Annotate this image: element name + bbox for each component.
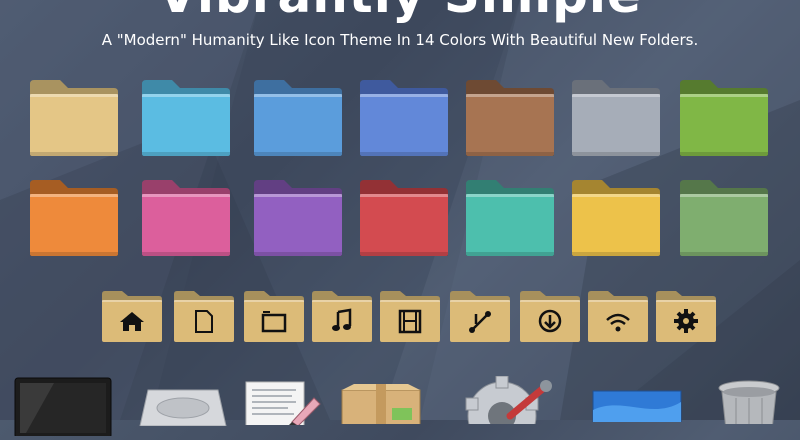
banner-title: Vibrantly Simple <box>0 0 800 24</box>
network-folder[interactable] <box>588 290 648 342</box>
public-share-folder[interactable] <box>450 290 510 342</box>
folder-orange[interactable] <box>30 178 118 258</box>
folder-sage[interactable] <box>680 178 768 258</box>
home-folder[interactable] <box>102 290 162 342</box>
documents-folder[interactable] <box>174 290 234 342</box>
downloads-folder[interactable] <box>520 290 580 342</box>
system-folder[interactable] <box>656 290 716 342</box>
folder-blue[interactable] <box>254 78 342 158</box>
videos-folder[interactable] <box>380 290 440 342</box>
trash-icon[interactable] <box>716 380 782 431</box>
folder-red[interactable] <box>360 178 448 258</box>
folder-violet[interactable] <box>254 178 342 258</box>
harddisk-icon[interactable] <box>138 386 228 427</box>
folder-brown[interactable] <box>466 78 554 158</box>
folder-yellow-light[interactable] <box>30 78 118 158</box>
folder-pink[interactable] <box>142 178 230 258</box>
folder-gold[interactable] <box>572 178 660 258</box>
folder-cyan[interactable] <box>142 78 230 158</box>
terminal-icon[interactable] <box>14 376 112 439</box>
folder-teal[interactable] <box>466 178 554 258</box>
folder-indigo[interactable] <box>360 78 448 158</box>
banner-subtitle: A "Modern" Humanity Like Icon Theme In 1… <box>101 31 699 49</box>
desktop-wallpaper-icon[interactable] <box>592 390 682 432</box>
pictures-folder[interactable] <box>244 290 304 342</box>
package-icon[interactable] <box>340 384 422 431</box>
folder-grey[interactable] <box>572 78 660 158</box>
music-folder[interactable] <box>312 290 372 342</box>
text-editor-icon[interactable] <box>244 380 322 428</box>
folder-green[interactable] <box>680 78 768 158</box>
system-settings-icon[interactable] <box>462 375 552 440</box>
